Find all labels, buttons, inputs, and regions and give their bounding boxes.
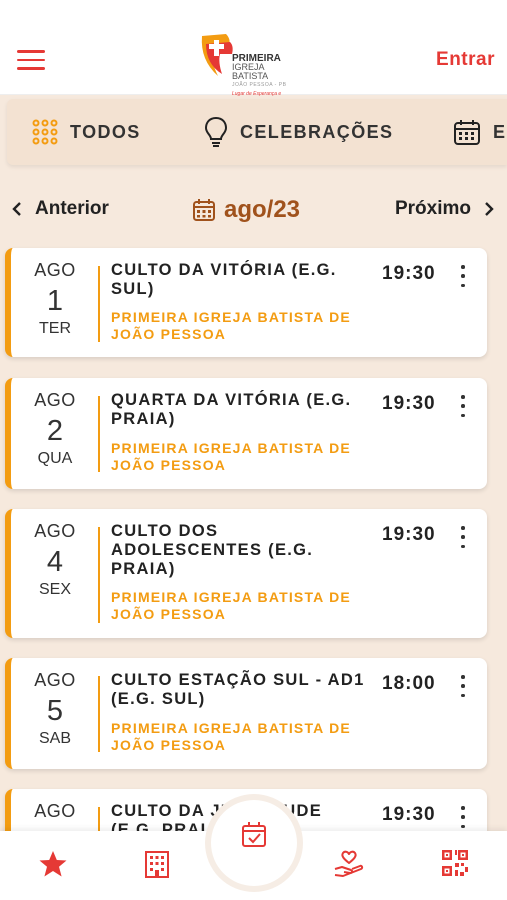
event-card[interactable]: AGO 1 TER CULTO DA VITÓRIA (E.G. SUL) PR… [5,248,487,357]
more-options-icon[interactable] [458,675,468,697]
event-time: 19:30 [382,393,436,414]
star-icon [39,851,67,877]
tab-eventos-label: E [493,121,507,142]
more-options-icon[interactable] [458,526,468,548]
event-title: CULTO DOS ADOLESCENTES (E.G. PRAIA) [111,522,314,578]
chevron-right-icon [485,202,494,216]
calendar-icon [454,120,480,145]
event-date: AGO 4 SEX [11,521,99,599]
event-month: AGO [34,801,76,821]
tab-todos-label: TODOS [70,121,141,142]
date-divider [98,676,100,752]
tab-celebracoes-label: CELEBRAÇÕES [240,121,394,142]
event-time: 19:30 [382,263,436,284]
date-divider [98,266,100,342]
date-divider [98,527,100,623]
event-organization: PRIMEIRA IGREJA BATISTA DE JOÃO PESSOA [111,309,351,342]
chevron-left-icon [12,202,21,216]
event-month: AGO [34,390,76,410]
more-options-icon[interactable] [458,395,468,417]
date-divider [98,396,100,472]
event-month: AGO [34,260,76,280]
event-organization: PRIMEIRA IGREJA BATISTA DE JOÃO PESSOA [111,440,351,473]
tab-celebracoes[interactable]: CELEBRAÇÕES [204,99,393,165]
app-header: PRIMEIRA IGREJA BATISTA JOÃO PESSOA - PB… [0,0,507,106]
nav-qrcode[interactable] [441,849,469,882]
tab-todos[interactable]: TODOS [32,99,141,165]
event-time: 18:00 [382,673,436,694]
building-icon [145,851,169,878]
event-card[interactable]: AGO 2 QUA QUARTA DA VITÓRIA (E.G. PRAIA)… [5,378,487,489]
event-date: AGO 1 TER [11,260,99,338]
event-month: AGO [34,670,76,690]
event-time: 19:30 [382,524,436,545]
hand-heart-icon [334,850,364,877]
calendar-month-icon [193,199,215,221]
event-list: AGO 1 TER CULTO DA VITÓRIA (E.G. SUL) PR… [0,240,507,832]
nav-agenda-button[interactable] [211,800,297,886]
church-logo: PRIMEIRA IGREJA BATISTA JOÃO PESSOA - PB… [196,30,288,106]
tab-eventos[interactable]: E [453,99,506,165]
grid-dots-icon [32,119,58,145]
event-card[interactable]: AGO 4 SEX CULTO DOS ADOLESCENTES (E.G. P… [5,509,487,638]
logo-mark-icon [201,34,233,76]
event-weekday: QUA [37,450,73,467]
event-card[interactable]: AGO 5 SAB CULTO ESTAÇÃO SUL - AD1 (E.G. … [5,658,487,769]
event-weekday: SAB [38,730,71,747]
previous-month-button[interactable]: Anterior [11,198,109,220]
login-button[interactable]: Entrar [436,49,495,71]
calendar-check-icon [242,822,266,847]
event-day: 1 [46,285,64,317]
event-title: CULTO DA VITÓRIA (E.G. SUL) [111,261,337,298]
event-organization: PRIMEIRA IGREJA BATISTA DE JOÃO PESSOA [111,589,351,622]
event-month: AGO [34,521,76,541]
hamburger-icon[interactable] [17,50,45,70]
category-tabs: TODOS CELEBRAÇÕES E [7,99,507,165]
event-day: 2 [46,415,64,447]
next-month-button[interactable]: Próximo [395,198,495,220]
event-title: CULTO ESTAÇÃO SUL - AD1 (E.G. SUL) [111,671,365,708]
event-organization: PRIMEIRA IGREJA BATISTA DE JOÃO PESSOA [111,720,351,753]
nav-church[interactable] [143,849,171,884]
current-month-label: ago/23 [224,196,301,223]
event-day: 5 [46,695,64,727]
event-date: AGO [11,801,99,826]
logo-line-3: JOÃO PESSOA - PB [232,82,287,88]
event-date: AGO 5 SAB [11,670,99,748]
more-options-icon[interactable] [458,806,468,828]
more-options-icon[interactable] [458,265,468,287]
event-weekday: TER [39,320,71,337]
event-time: 19:30 [382,804,436,825]
previous-month-label: Anterior [35,198,109,219]
month-navigation: Anterior ago/23 Próximo [0,190,507,230]
date-divider [98,807,100,832]
qr-code-icon [442,850,468,876]
event-weekday: SEX [38,581,71,598]
nav-donations[interactable] [333,849,365,884]
current-month[interactable]: ago/23 [192,196,300,224]
logo-line-2: IGREJA BATISTA [232,62,269,81]
event-title: QUARTA DA VITÓRIA (E.G. PRAIA) [111,391,352,428]
next-month-label: Próximo [394,198,471,219]
event-day: 4 [46,546,64,578]
nav-favorites[interactable] [38,849,68,884]
event-date: AGO 2 QUA [11,390,99,468]
lightbulb-icon [204,116,228,147]
